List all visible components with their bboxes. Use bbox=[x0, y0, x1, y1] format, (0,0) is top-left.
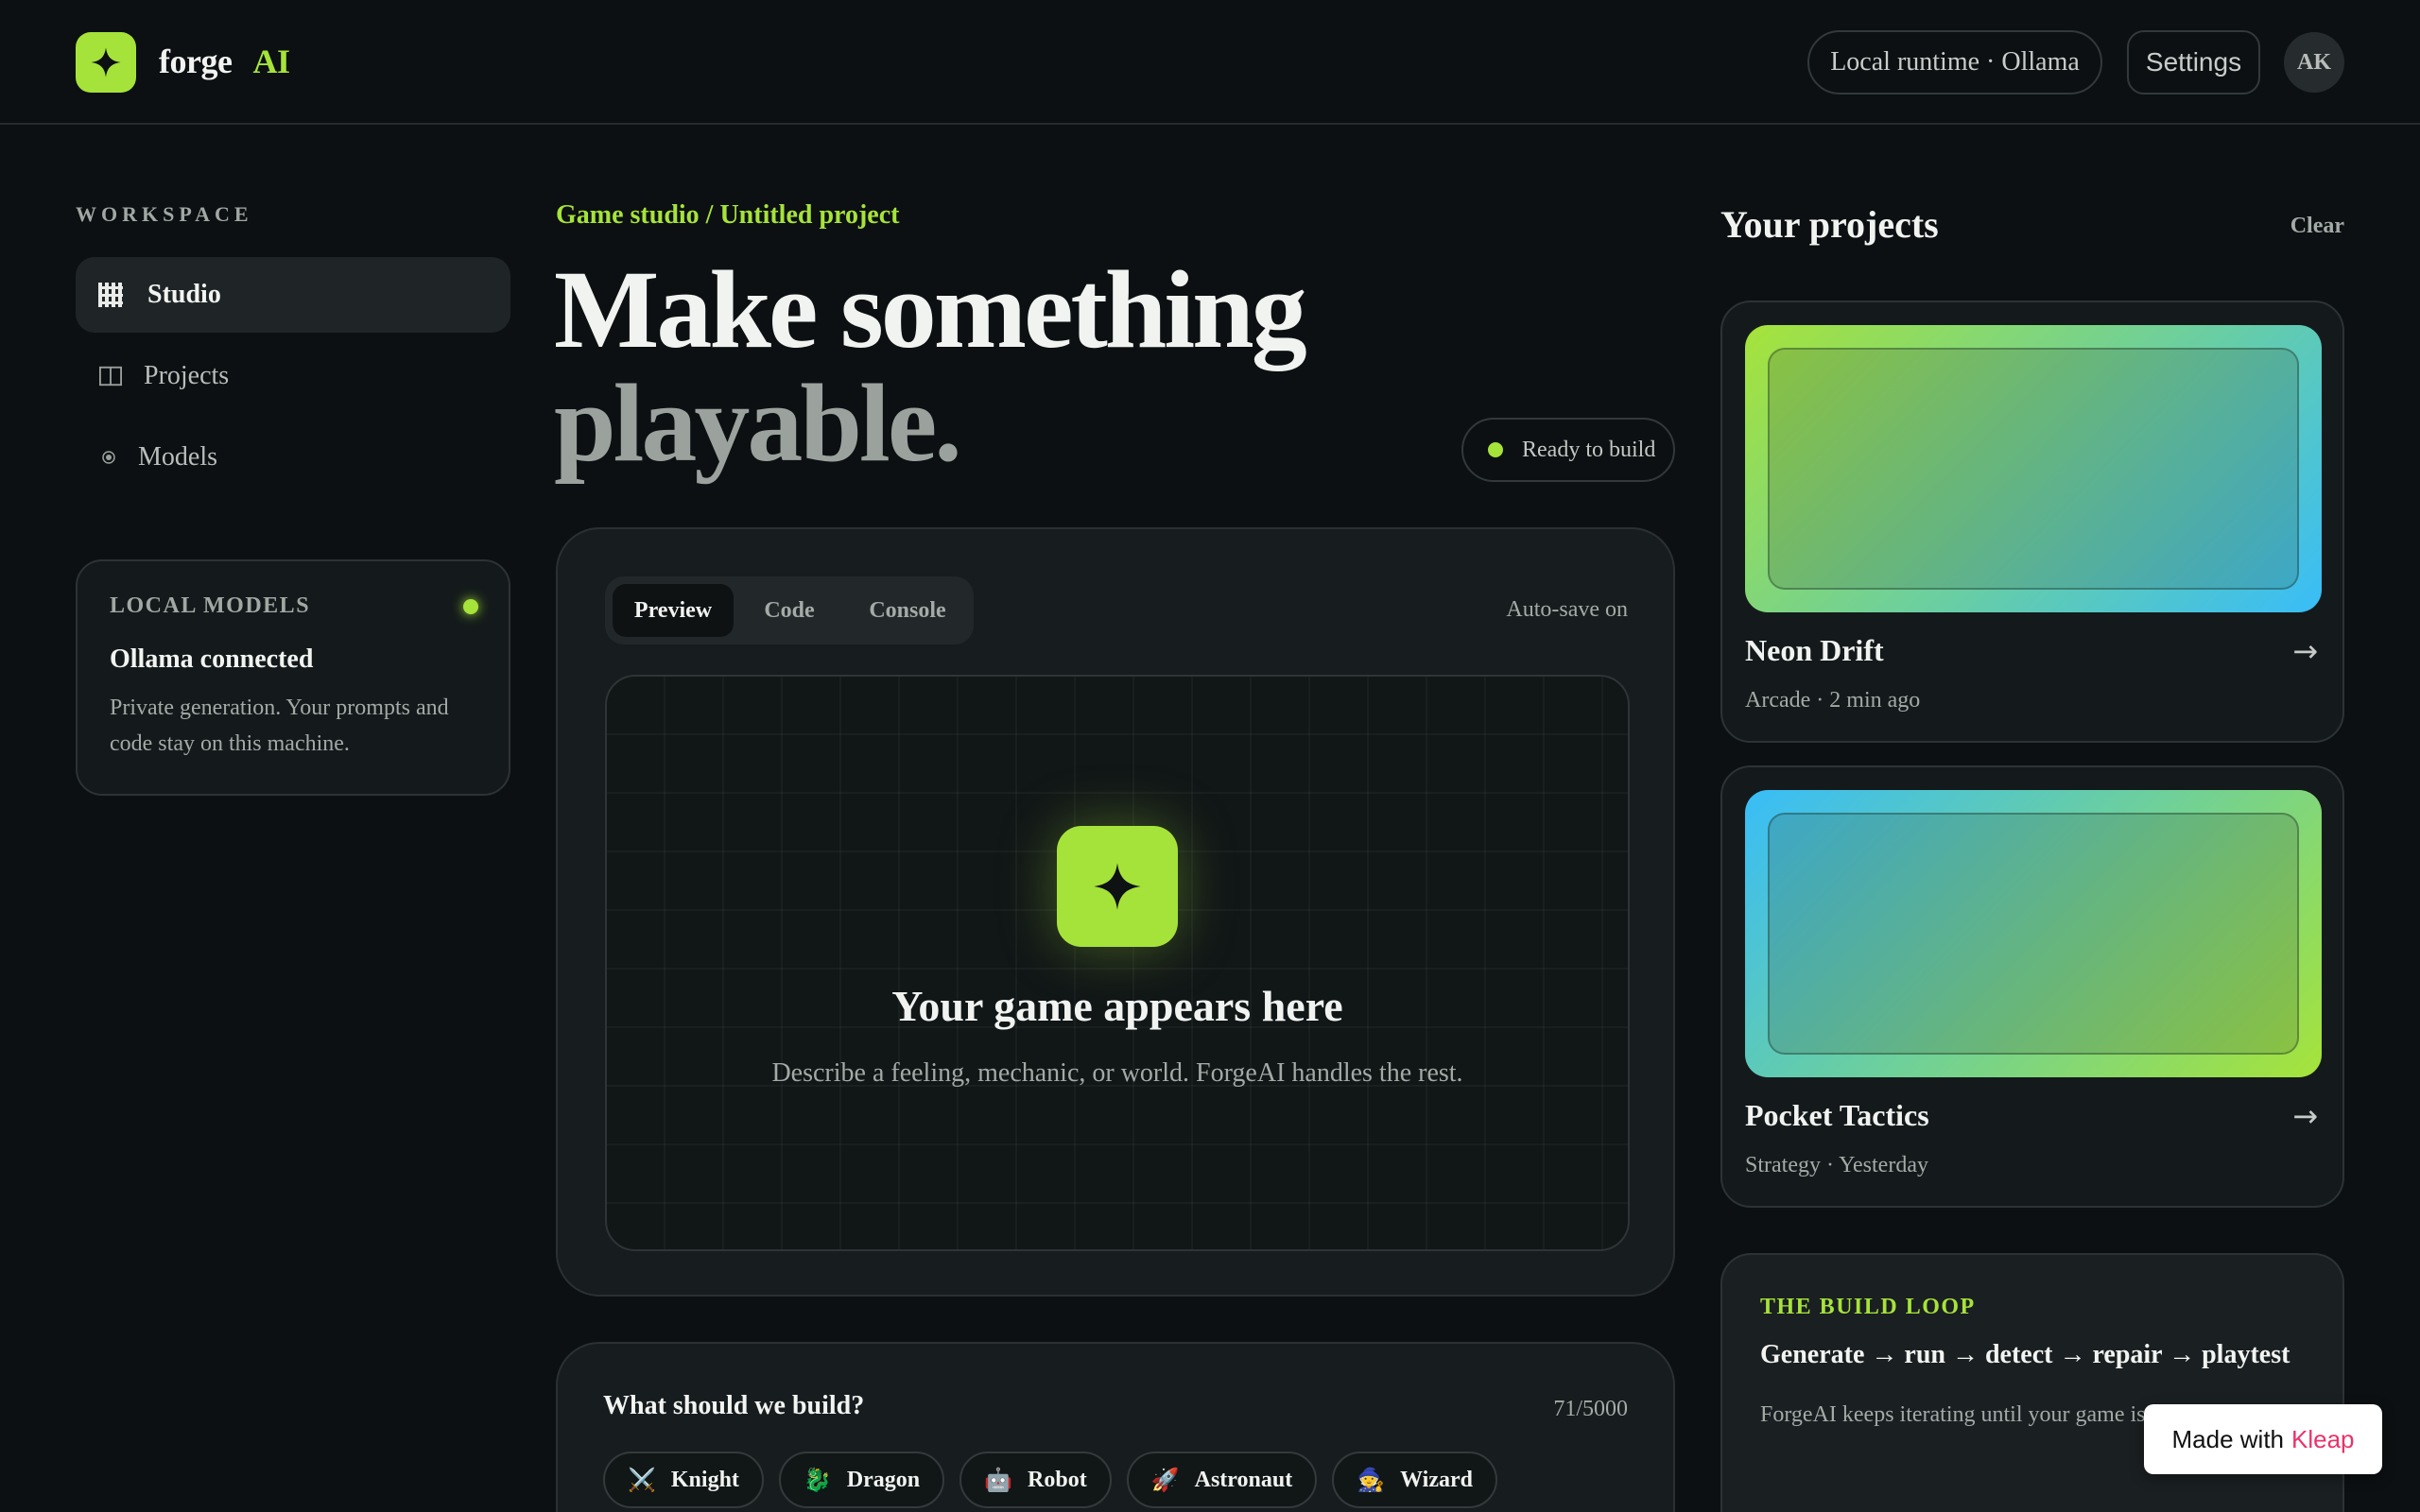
local-models-description: Private generation. Your prompts and cod… bbox=[110, 696, 449, 756]
project-card[interactable]: Pocket Tactics → Strategy · Yesterday bbox=[1720, 765, 2344, 1208]
runtime-pill[interactable]: Local runtime · Ollama bbox=[1807, 30, 2102, 94]
page-title-line2: playable. bbox=[554, 361, 962, 485]
page-title-line1: Make something bbox=[554, 248, 1307, 371]
settings-button[interactable]: Settings bbox=[2127, 30, 2260, 94]
project-name: Pocket Tactics bbox=[1745, 1098, 1929, 1132]
panels-icon bbox=[96, 362, 125, 390]
project-card[interactable]: Neon Drift → Arcade · 2 min ago bbox=[1720, 301, 2344, 743]
project-thumbnail bbox=[1745, 325, 2322, 612]
sidebar-item-studio[interactable]: Studio bbox=[76, 257, 510, 333]
chip-label: Astronaut bbox=[1194, 1467, 1293, 1492]
top-bar: forge AI Local runtime · Ollama Settings … bbox=[0, 0, 2420, 125]
workspace-label: WORKSPACE bbox=[76, 202, 253, 226]
wizard-icon: 🧙 bbox=[1357, 1467, 1386, 1493]
avatar[interactable]: AK bbox=[2284, 32, 2344, 93]
chip-astronaut[interactable]: 🚀 Astronaut bbox=[1126, 1452, 1318, 1508]
robot-icon: 🤖 bbox=[984, 1467, 1013, 1493]
thumbnail-frame bbox=[1768, 348, 2299, 590]
status-dot-icon bbox=[463, 599, 478, 614]
view-tabs: Preview Code Console bbox=[605, 576, 974, 644]
tab-code[interactable]: Code bbox=[734, 584, 845, 637]
project-meta: Arcade · 2 min ago bbox=[1745, 688, 1921, 713]
suggestion-chips: ⚔️ Knight 🐉 Dragon 🤖 Robot 🚀 Astronaut 🧙 Wiza… bbox=[603, 1452, 1497, 1508]
sparkle-icon bbox=[1057, 826, 1178, 947]
clear-button[interactable]: Clear bbox=[2290, 214, 2344, 239]
studio-panel: Preview Code Console Auto-save on Your g… bbox=[556, 527, 1675, 1297]
preview-empty-subtitle: Describe a feeling, mechanic, or world. … bbox=[771, 1058, 1463, 1088]
chip-label: Robot bbox=[1028, 1467, 1087, 1492]
sidebar-item-label: Models bbox=[138, 442, 217, 472]
chip-wizard[interactable]: 🧙 Wizard bbox=[1332, 1452, 1497, 1508]
arrow-right-icon[interactable]: → bbox=[2292, 633, 2318, 669]
chip-dragon[interactable]: 🐉 Dragon bbox=[778, 1452, 945, 1508]
sidebar-item-projects[interactable]: Projects bbox=[76, 338, 510, 414]
chip-label: Dragon bbox=[846, 1467, 921, 1492]
grid-icon bbox=[96, 281, 125, 309]
project-thumbnail bbox=[1745, 790, 2322, 1077]
badge-text: Made with bbox=[2171, 1424, 2285, 1453]
chip-label: Wizard bbox=[1400, 1467, 1473, 1492]
sparkle-icon[interactable] bbox=[76, 32, 136, 93]
preview-empty-title: Your game appears here bbox=[891, 982, 1343, 1030]
arrow-right-icon[interactable]: → bbox=[2292, 1098, 2318, 1134]
breadcrumb[interactable]: Game studio / Untitled project bbox=[556, 200, 899, 231]
brand-name[interactable]: forge AI bbox=[159, 38, 290, 85]
chip-knight[interactable]: ⚔️ Knight bbox=[603, 1452, 764, 1508]
sidebar-item-label: Studio bbox=[147, 280, 221, 309]
local-models-title: LOCAL MODELS bbox=[110, 593, 311, 618]
connection-status: Ollama connected bbox=[110, 644, 314, 674]
dot-icon bbox=[95, 443, 123, 472]
chip-label: Knight bbox=[670, 1467, 739, 1492]
tab-console[interactable]: Console bbox=[845, 584, 970, 637]
tab-preview[interactable]: Preview bbox=[613, 584, 734, 637]
sidebar-item-label: Projects bbox=[144, 361, 230, 390]
local-models-card: LOCAL MODELS Ollama connected Private ge… bbox=[76, 559, 510, 796]
rocket-icon: 🚀 bbox=[1150, 1467, 1180, 1493]
prompt-panel: What should we build? 71/5000 ⚔️ Knight 🐉… bbox=[556, 1342, 1675, 1512]
badge-brand: Kleap bbox=[2291, 1424, 2355, 1453]
status-badge: Ready to build bbox=[1461, 418, 1675, 482]
made-with-kleap-badge[interactable]: Made with Kleap bbox=[2144, 1404, 2382, 1474]
autosave-status: Auto-save on bbox=[1506, 597, 1628, 622]
thumbnail-frame bbox=[1768, 813, 2299, 1055]
build-loop-flow: Generate → run → detect → repair → playt… bbox=[1760, 1340, 2290, 1369]
prompt-question: What should we build? bbox=[603, 1391, 865, 1420]
project-name: Neon Drift bbox=[1745, 633, 1884, 667]
sidebar-item-models[interactable]: Models bbox=[76, 420, 510, 495]
status-dot-icon bbox=[1488, 442, 1503, 457]
character-counter: 71/5000 bbox=[1553, 1397, 1628, 1421]
projects-title: Your projects bbox=[1720, 203, 1939, 246]
dragon-icon: 🐉 bbox=[803, 1467, 832, 1493]
status-badge-label: Ready to build bbox=[1522, 437, 1656, 462]
swords-icon: ⚔️ bbox=[628, 1467, 656, 1493]
chip-robot[interactable]: 🤖 Robot bbox=[959, 1452, 1112, 1508]
build-loop-title: THE BUILD LOOP bbox=[1760, 1295, 1976, 1319]
game-preview-canvas[interactable]: Your game appears here Describe a feelin… bbox=[605, 675, 1630, 1251]
project-meta: Strategy · Yesterday bbox=[1745, 1153, 1928, 1177]
